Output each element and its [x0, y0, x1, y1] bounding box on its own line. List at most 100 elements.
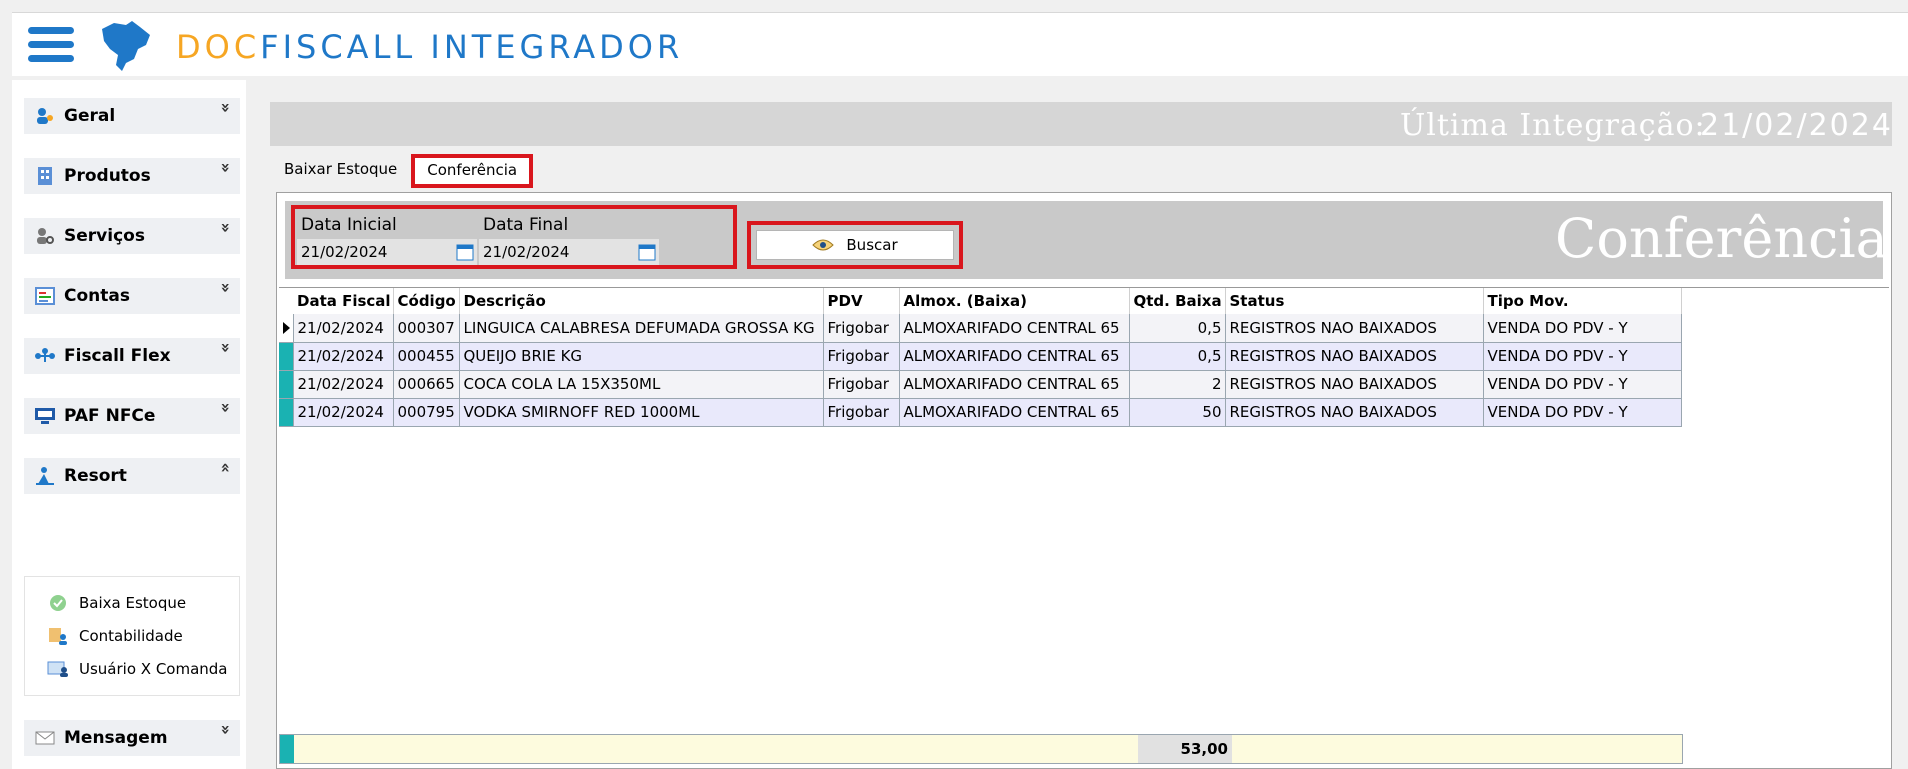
- row-selector-icon[interactable]: [279, 314, 294, 343]
- row-indicator[interactable]: [279, 342, 294, 371]
- sidebar-item-geral[interactable]: Geral »: [24, 98, 240, 134]
- table-cell: 000455: [393, 342, 460, 371]
- filter-bar: Data Inicial 21/02/2024 Data Final 21/02…: [285, 201, 1888, 279]
- sidebar-item-label: Resort: [64, 466, 127, 486]
- hamburger-menu-icon[interactable]: [28, 27, 74, 65]
- sidebar-item-produtos[interactable]: Produtos »: [24, 158, 240, 194]
- brazil-map-logo-icon: [102, 21, 150, 71]
- table-cell: REGISTROS NAO BAIXADOS: [1225, 398, 1484, 427]
- user-card-icon: [47, 659, 69, 679]
- table-row[interactable]: 21/02/2024 000665 COCA COLA LA 15X350ML …: [279, 370, 1682, 399]
- sidebar-item-contas[interactable]: Contas »: [24, 278, 240, 314]
- end-date-label: Data Final: [483, 215, 569, 235]
- column-header[interactable]: Almox. (Baixa): [899, 288, 1130, 314]
- table-cell: ALMOXARIFADO CENTRAL 65: [899, 398, 1130, 427]
- table-cell: COCA COLA LA 15X350ML: [459, 370, 824, 399]
- data-grid[interactable]: Data Fiscal Código Descrição PDV Almox. …: [279, 287, 1889, 767]
- tab-conferencia[interactable]: Conferência: [411, 154, 534, 188]
- envelope-icon: [34, 727, 56, 749]
- end-date-value: 21/02/2024: [483, 243, 570, 261]
- date-range-group: Data Inicial 21/02/2024 Data Final 21/02…: [291, 205, 737, 269]
- chevron-down-icon: »: [216, 162, 236, 173]
- column-header[interactable]: Status: [1225, 288, 1484, 314]
- sidebar-item-mensagem[interactable]: Mensagem »: [24, 720, 240, 756]
- table-cell: 000307: [393, 314, 460, 343]
- indicator-header: [279, 288, 293, 314]
- column-header[interactable]: Descrição: [459, 288, 824, 314]
- sidebar-item-label: Produtos: [64, 166, 151, 186]
- check-icon: [47, 593, 69, 613]
- sidebar-item-label: Serviços: [64, 226, 145, 246]
- column-header[interactable]: Data Fiscal: [293, 288, 394, 314]
- services-icon: [34, 225, 56, 247]
- integration-label: Última Integração:: [1400, 108, 1706, 143]
- table-cell: 0,5: [1129, 342, 1226, 371]
- table-cell: 50: [1129, 398, 1226, 427]
- submenu-item-contabilidade[interactable]: Contabilidade: [47, 624, 183, 648]
- chevron-down-icon: »: [216, 342, 236, 353]
- table-cell: REGISTROS NAO BAIXADOS: [1225, 314, 1484, 343]
- app-brand-title: DOCFISCALL INTEGRADOR: [176, 28, 683, 66]
- conferencia-panel: Data Inicial 21/02/2024 Data Final 21/02…: [276, 192, 1892, 769]
- table-row[interactable]: 21/02/2024 000795 VODKA SMIRNOFF RED 100…: [279, 398, 1682, 427]
- chevron-down-icon: »: [216, 222, 236, 233]
- main-content: Última Integração: 21/02/2024 Baixar Est…: [256, 80, 1908, 769]
- network-icon: [34, 345, 56, 367]
- table-cell: ALMOXARIFADO CENTRAL 65: [899, 342, 1130, 371]
- table-cell: Frigobar: [823, 314, 900, 343]
- sidebar-item-label: Mensagem: [64, 728, 168, 748]
- table-cell: Frigobar: [823, 398, 900, 427]
- building-icon: [34, 165, 56, 187]
- sidebar-item-fiscall-flex[interactable]: Fiscall Flex »: [24, 338, 240, 374]
- resort-submenu: Baixa Estoque Contabilidade Usuário X Co…: [24, 576, 240, 696]
- sidebar-item-label: PAF NFCe: [64, 406, 156, 426]
- table-cell: LINGUICA CALABRESA DEFUMADA GROSSA KG: [459, 314, 824, 343]
- column-header[interactable]: Tipo Mov.: [1483, 288, 1682, 314]
- table-cell: 000795: [393, 398, 460, 427]
- data-table: Data Fiscal Código Descrição PDV Almox. …: [279, 288, 1682, 427]
- table-cell: 21/02/2024: [293, 398, 394, 427]
- sidebar-item-paf-nfce[interactable]: PAF NFCe »: [24, 398, 240, 434]
- start-date-input[interactable]: 21/02/2024: [297, 239, 477, 265]
- column-header[interactable]: Código: [393, 288, 460, 314]
- table-cell: QUEIJO BRIE KG: [459, 342, 824, 371]
- resort-icon: [34, 465, 56, 487]
- top-bar: DOCFISCALL INTEGRADOR: [12, 12, 1908, 76]
- row-indicator[interactable]: [279, 370, 294, 399]
- sidebar-item-resort[interactable]: Resort «: [24, 458, 240, 494]
- submenu-item-usuario-x-comanda[interactable]: Usuário X Comanda: [47, 657, 228, 681]
- search-button[interactable]: Buscar: [756, 230, 954, 260]
- chevron-down-icon: »: [216, 282, 236, 293]
- integration-bar: Última Integração: 21/02/2024: [270, 102, 1892, 146]
- submenu-item-baixa-estoque[interactable]: Baixa Estoque: [47, 591, 186, 615]
- brand-rest: FISCALL INTEGRADOR: [260, 28, 684, 66]
- table-cell: REGISTROS NAO BAIXADOS: [1225, 342, 1484, 371]
- calendar-icon[interactable]: [637, 242, 657, 262]
- terminal-icon: [34, 405, 56, 427]
- column-header[interactable]: PDV: [823, 288, 900, 314]
- end-date-input[interactable]: 21/02/2024: [479, 239, 659, 265]
- table-cell: REGISTROS NAO BAIXADOS: [1225, 370, 1484, 399]
- submenu-item-label: Baixa Estoque: [79, 594, 187, 612]
- table-cell: VENDA DO PDV - Y: [1483, 314, 1682, 343]
- sidebar-item-servicos[interactable]: Serviços »: [24, 218, 240, 254]
- row-indicator[interactable]: [279, 398, 294, 427]
- total-qtd-baixa: 53,00: [1138, 735, 1232, 763]
- page-title: Conferência: [1555, 207, 1888, 270]
- tab-bar: Baixar Estoque Conferência: [274, 154, 534, 188]
- users-icon: [34, 105, 56, 127]
- sidebar-item-label: Geral: [64, 106, 116, 126]
- table-row[interactable]: 21/02/2024 000455 QUEIJO BRIE KG Frigoba…: [279, 342, 1682, 371]
- table-row[interactable]: 21/02/2024 000307 LINGUICA CALABRESA DEF…: [279, 314, 1682, 343]
- column-header[interactable]: Qtd. Baixa: [1129, 288, 1226, 314]
- tab-baixar-estoque[interactable]: Baixar Estoque: [274, 154, 407, 188]
- table-cell: ALMOXARIFADO CENTRAL 65: [899, 314, 1130, 343]
- chevron-up-icon: «: [216, 462, 236, 473]
- brand-doc: DOC: [176, 28, 261, 66]
- calendar-icon[interactable]: [455, 242, 475, 262]
- table-cell: Frigobar: [823, 342, 900, 371]
- table-cell: 21/02/2024: [293, 342, 394, 371]
- integration-date: 21/02/2024: [1700, 108, 1893, 143]
- accountant-icon: [47, 626, 69, 646]
- table-cell: VENDA DO PDV - Y: [1483, 398, 1682, 427]
